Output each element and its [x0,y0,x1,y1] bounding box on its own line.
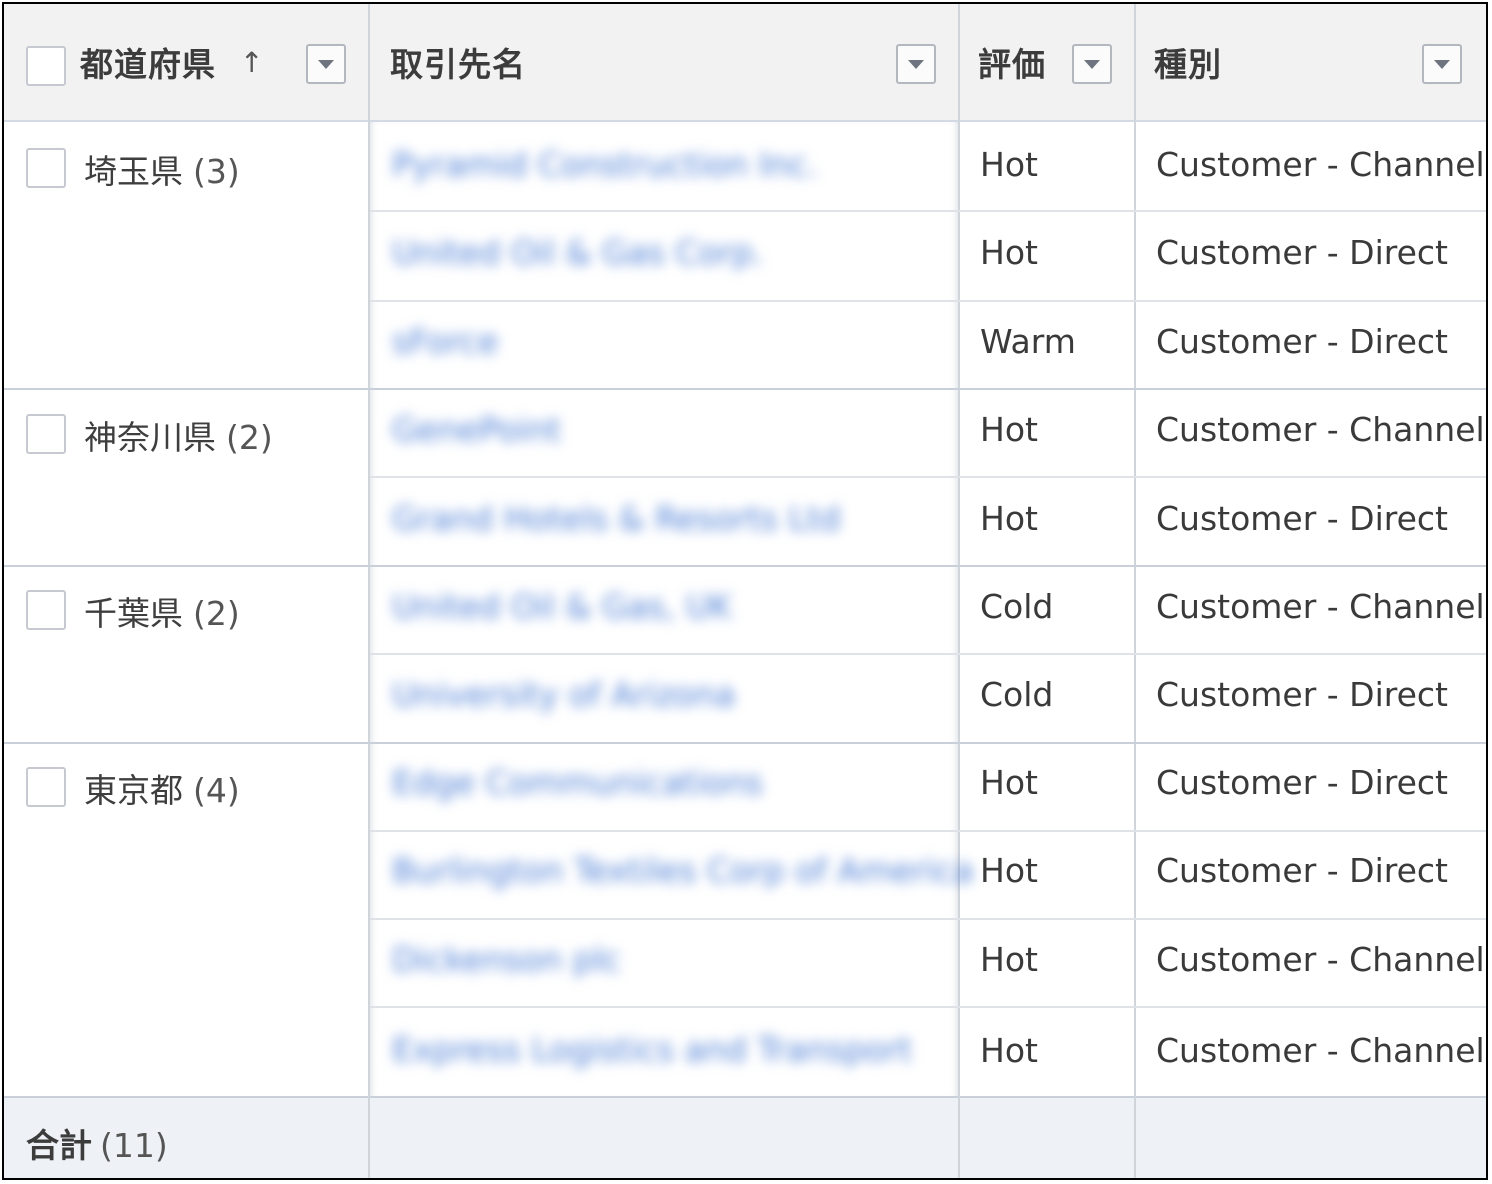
column-divider [368,1096,370,1178]
header-account-name[interactable]: 取引先名 [370,4,958,120]
type-cell: Customer - Channel [1156,1031,1485,1070]
account-name-filter-dropdown-button[interactable] [896,44,936,84]
row-divider [370,476,1486,478]
group-label-kanagawa: 神奈川県 (2) [84,411,273,459]
group-checkbox-tokyo[interactable] [26,767,66,807]
type-cell: Customer - Channel [1156,145,1485,184]
row-divider [370,918,1486,920]
sort-ascending-icon[interactable]: ↑ [240,46,263,79]
column-divider [958,4,960,1178]
header-type-label: 種別 [1154,45,1222,84]
account-name-link[interactable]: University of Arizona [392,675,735,714]
rating-cell: Hot [980,233,1038,272]
group-name: 千葉県 [84,594,183,633]
group-checkbox-kanagawa[interactable] [26,414,66,454]
type-cell: Customer - Direct [1156,233,1448,272]
group-count: (2) [193,594,240,633]
account-name-link[interactable]: sForce [392,322,498,361]
row-divider [370,830,1486,832]
account-name-link[interactable]: United Oil & Gas, UK [392,587,732,626]
header-type[interactable]: 種別 [1136,4,1486,120]
group-name: 神奈川県 [84,418,216,457]
type-cell: Customer - Direct [1156,763,1448,802]
row-divider [370,653,1486,655]
account-name-link[interactable]: Express Logistics and Transport [392,1030,912,1069]
group-divider [4,565,1486,567]
row-divider [370,300,1486,302]
rating-cell: Hot [980,851,1038,890]
rating-filter-dropdown-button[interactable] [1072,44,1112,84]
group-name: 埼玉県 [84,152,183,191]
chevron-down-icon [1434,59,1450,69]
grand-total-count: (11) [100,1126,168,1165]
column-divider [1134,4,1136,1178]
type-cell: Customer - Channel [1156,940,1485,979]
group-count: (4) [193,771,240,810]
row-divider [370,210,1486,212]
account-name-link[interactable]: Dickenson plc [392,940,621,979]
group-divider [4,742,1486,744]
column-divider [368,4,370,1178]
group-checkbox-saitama[interactable] [26,148,66,188]
account-name-link[interactable]: GenePoint [392,410,561,449]
column-divider [1134,1096,1136,1178]
header-prefecture-label: 都道府県 [80,45,216,84]
select-all-checkbox[interactable] [26,46,66,86]
group-label-saitama: 埼玉県 (3) [84,145,240,193]
account-name-link[interactable]: Grand Hotels & Resorts Ltd [392,499,841,538]
chevron-down-icon [1084,59,1100,69]
rating-cell: Hot [980,499,1038,538]
type-cell: Customer - Direct [1156,499,1448,538]
group-label-chiba: 千葉県 (2) [84,587,240,635]
group-count: (2) [226,418,273,457]
type-cell: Customer - Direct [1156,851,1448,890]
prefecture-filter-dropdown-button[interactable] [306,44,346,84]
row-divider [370,1006,1486,1008]
type-filter-dropdown-button[interactable] [1422,44,1462,84]
header-rating[interactable]: 評価 [960,4,1134,120]
rating-cell: Warm [980,322,1076,361]
group-count: (3) [193,152,240,191]
grand-total-label: 合計 (11) [26,1119,168,1167]
header-prefecture[interactable]: 都道府県 ↑ [4,4,368,120]
type-cell: Customer - Direct [1156,675,1448,714]
group-divider [4,388,1486,390]
grouped-report-table: 都道府県 ↑ 取引先名 評価 種別 埼玉県 (3) Pyramid Constru… [2,2,1488,1180]
chevron-down-icon [908,59,924,69]
table-footer [4,1096,1486,1178]
rating-cell: Hot [980,145,1038,184]
account-name-link[interactable]: Edge Communications [392,763,763,802]
account-name-link[interactable]: Burlington Textiles Corp of America [392,851,974,890]
rating-cell: Hot [980,763,1038,802]
account-name-link[interactable]: United Oil & Gas Corp. [392,233,764,272]
type-cell: Customer - Direct [1156,322,1448,361]
rating-cell: Hot [980,940,1038,979]
header-account-name-label: 取引先名 [390,45,526,84]
header-rating-label: 評価 [978,45,1046,84]
chevron-down-icon [318,59,334,69]
rating-cell: Hot [980,1031,1038,1070]
grand-total-text: 合計 [26,1126,92,1165]
account-name-link[interactable]: Pyramid Construction Inc. [392,145,818,184]
type-cell: Customer - Channel [1156,587,1485,626]
group-label-tokyo: 東京都 (4) [84,764,240,812]
table-header: 都道府県 ↑ 取引先名 評価 種別 [4,4,1486,122]
rating-cell: Hot [980,410,1038,449]
type-cell: Customer - Channel [1156,410,1485,449]
group-checkbox-chiba[interactable] [26,590,66,630]
rating-cell: Cold [980,675,1054,714]
rating-cell: Cold [980,587,1054,626]
group-name: 東京都 [84,771,183,810]
column-divider [958,1096,960,1178]
